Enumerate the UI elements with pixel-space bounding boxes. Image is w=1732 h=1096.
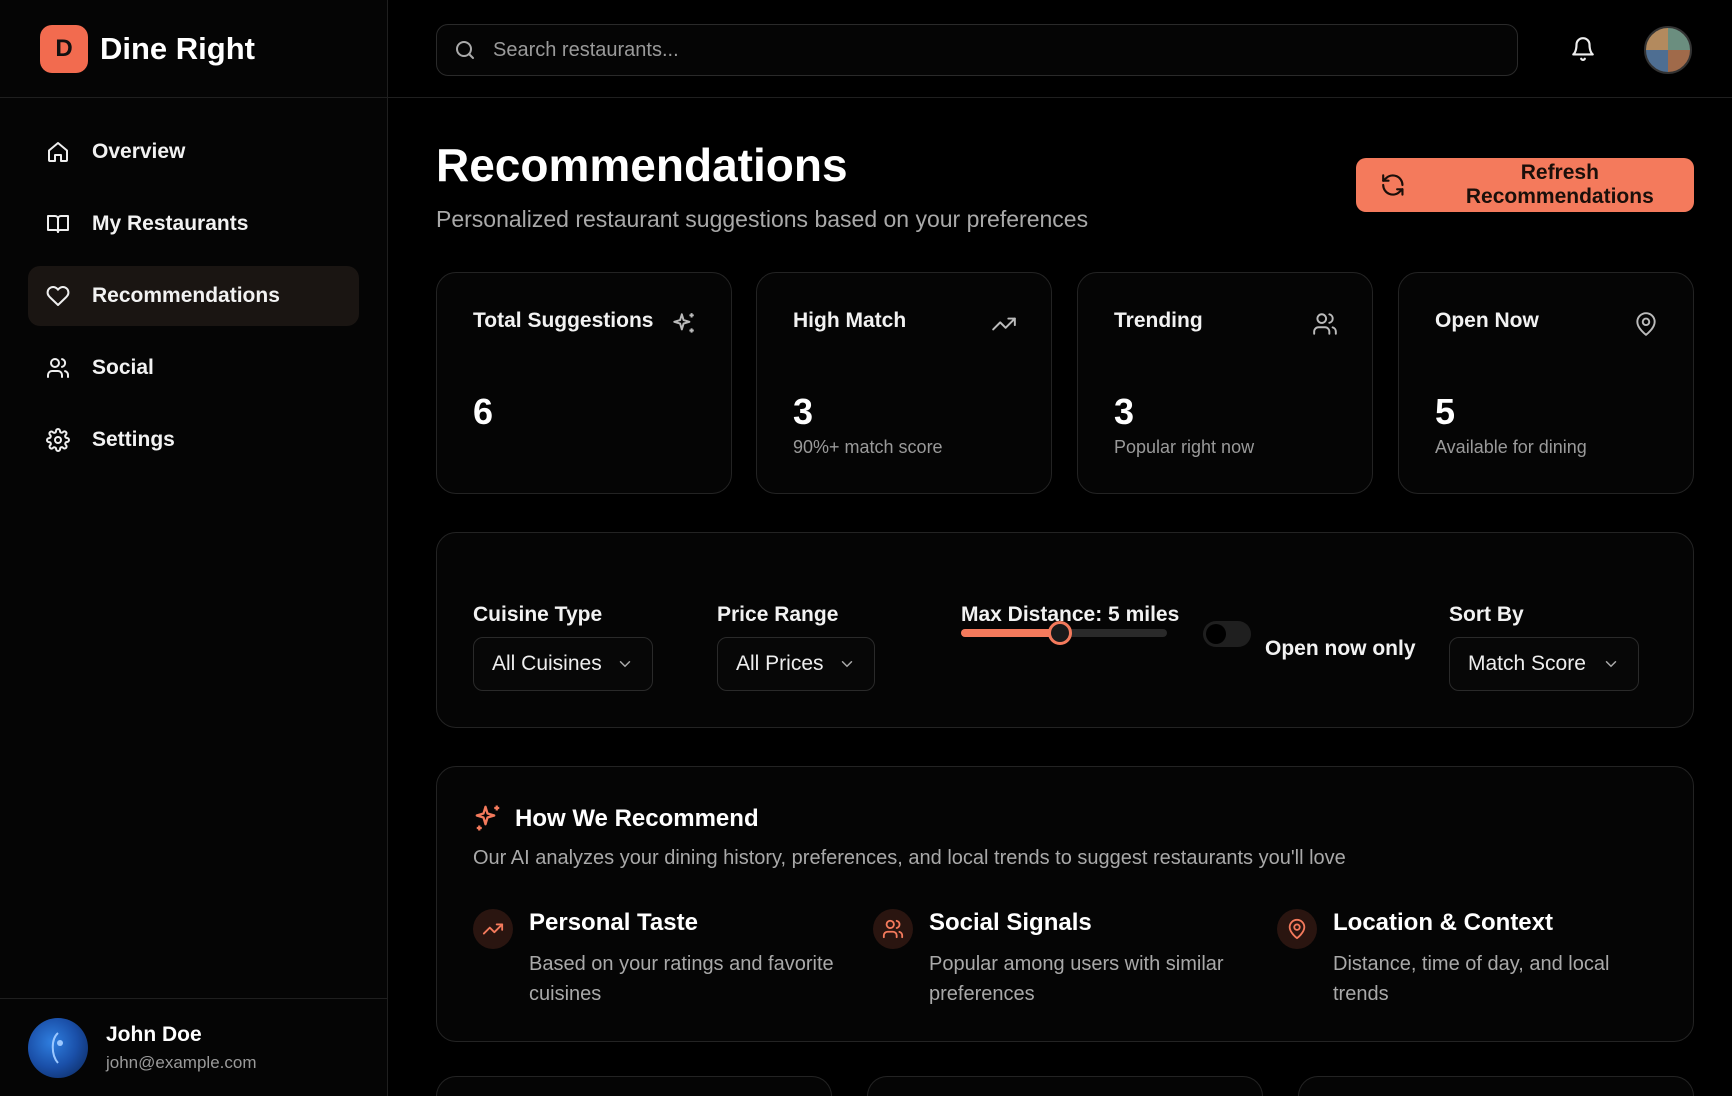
stat-subtext: Popular right now <box>1114 437 1255 457</box>
feature-title: Personal Taste <box>529 909 698 936</box>
restaurant-card[interactable] <box>436 1076 832 1096</box>
sparkles-icon <box>673 313 694 333</box>
users-icon <box>1313 313 1337 335</box>
stat-value: 6 <box>473 391 494 432</box>
search-icon <box>456 41 474 59</box>
feature-title: Location & Context <box>1333 909 1553 936</box>
stat-title: Total Suggestions <box>473 309 654 332</box>
distance-slider-fill <box>961 629 1060 637</box>
account-avatar[interactable] <box>1644 26 1692 74</box>
distance-slider-thumb[interactable] <box>1047 621 1072 645</box>
heart-icon <box>46 286 70 306</box>
stat-subtext: Available for dining <box>1435 437 1587 457</box>
feature-description: Popular among users with similar prefere… <box>929 953 1224 1005</box>
stat-card-open-now: Open Now 5 Available for dining <box>1398 272 1694 494</box>
sidebar-nav: Overview My Restaurants Recommendations … <box>0 98 387 506</box>
sidebar-item-overview[interactable]: Overview <box>28 122 359 182</box>
cuisine-value: All Cuisines <box>492 652 602 675</box>
toggle-knob <box>1206 624 1226 644</box>
feature-title: Social Signals <box>929 909 1092 936</box>
feature-description: Based on your ratings and favorite cuisi… <box>529 953 834 1005</box>
refresh-icon <box>1382 174 1404 196</box>
brand[interactable]: D Dine Right <box>0 0 387 98</box>
book-icon <box>47 215 69 233</box>
home-icon <box>48 142 68 162</box>
chevron-down-icon <box>841 661 853 668</box>
trending-up-icon <box>482 923 504 935</box>
how-we-recommend-panel: How We Recommend Our AI analyzes your di… <box>436 766 1694 1042</box>
sidebar-item-settings[interactable]: Settings <box>28 410 359 470</box>
sidebar-item-label: Settings <box>92 428 175 451</box>
topbar <box>388 0 1732 98</box>
stat-title: High Match <box>793 309 907 332</box>
feature-description: Distance, time of day, and local trends <box>1333 953 1610 1005</box>
cuisine-label: Cuisine Type <box>473 603 603 626</box>
restaurant-card[interactable] <box>1298 1076 1694 1096</box>
user-email: john@example.com <box>106 1052 257 1072</box>
feature-icon <box>473 909 513 949</box>
page-title: Recommendations <box>436 139 848 191</box>
refresh-recommendations-button[interactable]: Refresh Recommendations <box>1356 158 1694 212</box>
stat-title: Open Now <box>1435 309 1539 332</box>
stat-card-total-suggestions: Total Suggestions 6 <box>436 272 732 494</box>
map-pin-icon <box>1288 918 1306 940</box>
stat-value: 5 <box>1435 391 1456 432</box>
users-icon <box>882 919 904 939</box>
page-subtitle: Personalized restaurant suggestions base… <box>436 206 1089 232</box>
search-input[interactable] <box>493 38 1393 62</box>
stat-value: 3 <box>1114 391 1135 432</box>
sidebar-item-label: Recommendations <box>92 284 280 307</box>
stat-card-trending: Trending 3 Popular right now <box>1077 272 1373 494</box>
stat-card-high-match: High Match 3 90%+ match score <box>756 272 1052 494</box>
filters-panel: Cuisine Type All Cuisines Price Range Al… <box>436 532 1694 728</box>
feature-icon <box>873 909 913 949</box>
user-name: John Doe <box>106 1022 202 1046</box>
chevron-down-icon <box>619 661 631 668</box>
how-description: Our AI analyzes your dining history, pre… <box>473 847 1346 869</box>
price-label: Price Range <box>717 603 839 626</box>
stat-title: Trending <box>1114 309 1203 332</box>
sidebar-item-label: Social <box>92 356 154 379</box>
sidebar-item-label: Overview <box>92 140 186 163</box>
stats-row: Total Suggestions 6 High Match 3 90%+ ma… <box>436 272 1694 494</box>
sort-value: Match Score <box>1468 652 1586 675</box>
sidebar-item-label: My Restaurants <box>92 212 249 235</box>
price-select[interactable]: All Prices <box>717 637 875 691</box>
brand-name: Dine Right <box>100 30 255 66</box>
sidebar: D Dine Right Overview My Restaurants Rec… <box>0 0 388 1096</box>
users-icon <box>47 358 70 378</box>
stat-value: 3 <box>793 391 814 432</box>
sort-select[interactable]: Match Score <box>1449 637 1639 691</box>
open-now-label[interactable]: Open now only <box>1265 637 1416 661</box>
distance-label: Max Distance: 5 miles <box>961 603 1180 626</box>
sidebar-item-social[interactable]: Social <box>28 338 359 398</box>
brand-logo: D <box>40 24 88 73</box>
app: D Dine Right Overview My Restaurants Rec… <box>0 0 1732 1096</box>
restaurant-card[interactable] <box>867 1076 1263 1096</box>
open-now-toggle[interactable] <box>1203 621 1251 647</box>
gear-icon <box>46 428 70 452</box>
sidebar-item-recommendations[interactable]: Recommendations <box>28 266 359 326</box>
chevron-down-icon <box>1605 661 1617 668</box>
search-box[interactable] <box>436 24 1518 76</box>
refresh-label: Refresh Recommendations <box>1465 161 1654 208</box>
avatar <box>28 1017 88 1078</box>
map-pin-icon <box>1636 312 1656 336</box>
cuisine-select[interactable]: All Cuisines <box>473 637 653 691</box>
stat-subtext: 90%+ match score <box>793 437 943 457</box>
user-profile[interactable]: John Doe john@example.com <box>0 998 387 1096</box>
trending-up-icon <box>992 317 1016 331</box>
sidebar-item-my-restaurants[interactable]: My Restaurants <box>28 194 359 254</box>
sparkles-icon <box>475 805 500 831</box>
how-title: How We Recommend <box>515 805 759 832</box>
feature-icon <box>1277 909 1317 949</box>
distance-slider[interactable] <box>961 621 1167 645</box>
sort-label: Sort By <box>1449 603 1524 626</box>
user-avatar-icon <box>51 1031 63 1064</box>
price-value: All Prices <box>736 652 824 675</box>
bell-icon[interactable] <box>1570 36 1596 62</box>
